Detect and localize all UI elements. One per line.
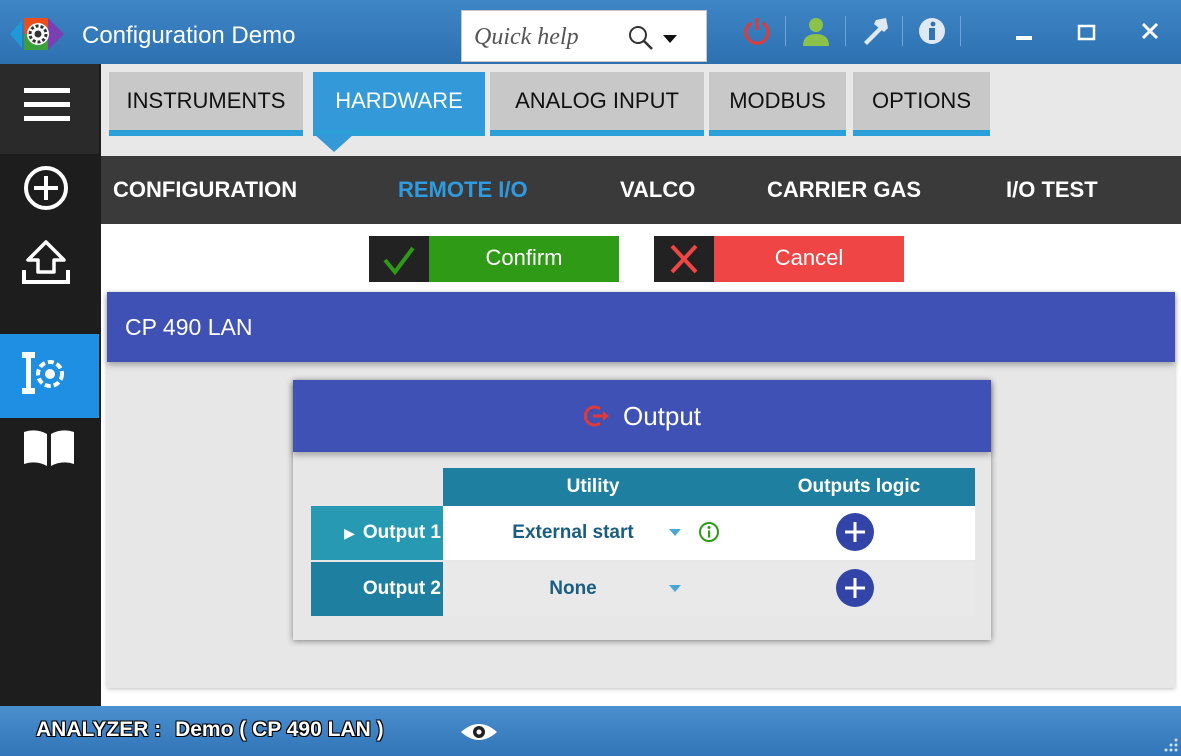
remote-io-panel: Confirm Cancel CP 490 LAN Output Utility… [101, 224, 1181, 696]
sidebar-item-add[interactable] [0, 154, 99, 244]
sidebar-item-upload[interactable] [0, 240, 99, 334]
menu-icon [24, 88, 70, 121]
upload-icon [22, 240, 70, 284]
maximize-icon[interactable] [1073, 14, 1107, 48]
toolbar-separator [785, 16, 786, 46]
search-icon[interactable] [628, 25, 654, 51]
active-tab-pointer [314, 134, 354, 152]
info-icon[interactable] [915, 14, 949, 48]
analyzer-status: ANALYZER : Demo ( CP 490 LAN ) [36, 718, 384, 742]
content-area: INSTRUMENTS HARDWARE ANALOG INPUT MODBUS… [101, 64, 1181, 706]
sub-tab-bar: CONFIGURATION REMOTE I/O VALCO CARRIER G… [101, 156, 1181, 224]
subtab-valco[interactable]: VALCO [620, 156, 695, 224]
resize-grip-icon[interactable] [1160, 734, 1180, 754]
subtab-remote-io[interactable]: REMOTE I/O [398, 156, 528, 224]
add-logic-button[interactable] [835, 568, 875, 608]
info-circle-icon[interactable] [698, 521, 720, 543]
output-header: Output [293, 380, 991, 452]
device-name: CP 490 LAN [107, 292, 1175, 362]
subtab-io-test[interactable]: I/O TEST [1006, 156, 1098, 224]
chevron-down-icon[interactable] [661, 25, 679, 49]
quick-help-input[interactable] [474, 23, 624, 51]
expand-arrow-icon: ▶ [344, 525, 355, 541]
confirm-button[interactable]: Confirm [369, 236, 619, 282]
user-icon[interactable] [799, 14, 833, 48]
toolbar-separator [902, 16, 903, 46]
hammer-icon[interactable] [858, 14, 892, 48]
tab-hardware[interactable]: HARDWARE [313, 72, 485, 136]
utility-value: None [549, 578, 597, 599]
app-gear-icon [10, 18, 64, 50]
analyzer-value: Demo ( CP 490 LAN ) [175, 718, 384, 741]
status-bar: ANALYZER : Demo ( CP 490 LAN ) [0, 706, 1181, 756]
cancel-button[interactable]: Cancel [654, 236, 904, 282]
add-logic-button[interactable] [835, 512, 875, 552]
tab-analog-input[interactable]: ANALOG INPUT [490, 72, 704, 136]
utility-select[interactable]: None [443, 562, 743, 616]
table-header-utility: Utility [443, 468, 743, 506]
sidebar-item-manual[interactable] [0, 424, 99, 514]
toolbar-separator [960, 16, 961, 46]
subtab-carrier-gas[interactable]: CARRIER GAS [767, 156, 921, 224]
settings-tools-icon [22, 352, 64, 394]
confirm-label: Confirm [429, 236, 619, 282]
sidebar [0, 64, 101, 706]
tab-modbus[interactable]: MODBUS [709, 72, 846, 136]
minimize-icon[interactable] [1010, 14, 1044, 48]
window-title: Configuration Demo [82, 22, 296, 49]
row-output-1[interactable]: ▶ Output 1 [311, 506, 443, 560]
table-row: None [443, 562, 975, 616]
output-icon [583, 405, 609, 427]
row-label: Output 1 [362, 522, 441, 543]
row-label: Output 2 [362, 578, 441, 599]
sidebar-item-menu[interactable] [0, 64, 99, 154]
checkmark-icon-box [369, 236, 429, 282]
dropdown-arrow-icon [669, 529, 681, 536]
cross-icon [670, 244, 698, 274]
table-header-outputs-logic: Outputs logic [743, 468, 975, 506]
eye-icon[interactable] [459, 720, 499, 744]
cross-icon-box [654, 236, 714, 282]
subtab-configuration[interactable]: CONFIGURATION [113, 156, 297, 224]
tab-instruments[interactable]: INSTRUMENTS [109, 72, 303, 136]
main-tab-bar: INSTRUMENTS HARDWARE ANALOG INPUT MODBUS… [101, 64, 1181, 156]
device-card: CP 490 LAN Output Utility Outputs logic [107, 292, 1175, 688]
quick-help-box[interactable] [461, 10, 707, 62]
sidebar-item-settings[interactable] [0, 334, 99, 418]
row-output-2[interactable]: Output 2 [311, 562, 443, 616]
add-circle-icon [24, 166, 68, 210]
checkmark-icon [383, 246, 415, 276]
cancel-label: Cancel [714, 236, 904, 282]
dropdown-arrow-icon [669, 585, 681, 592]
book-icon [24, 430, 74, 466]
utility-value: External start [512, 522, 634, 543]
toolbar-separator [845, 16, 846, 46]
tab-options[interactable]: OPTIONS [853, 72, 990, 136]
output-title: Output [622, 401, 702, 431]
title-bar: Configuration Demo [0, 0, 1181, 64]
close-icon[interactable] [1135, 14, 1169, 48]
output-card: Output Utility Outputs logic ▶ Output 1 E… [293, 380, 991, 640]
table-header-corner [311, 468, 443, 506]
utility-select[interactable]: External start [443, 506, 743, 560]
power-icon[interactable] [740, 14, 774, 48]
table-row: External start [443, 506, 975, 560]
analyzer-label: ANALYZER : [36, 718, 162, 741]
